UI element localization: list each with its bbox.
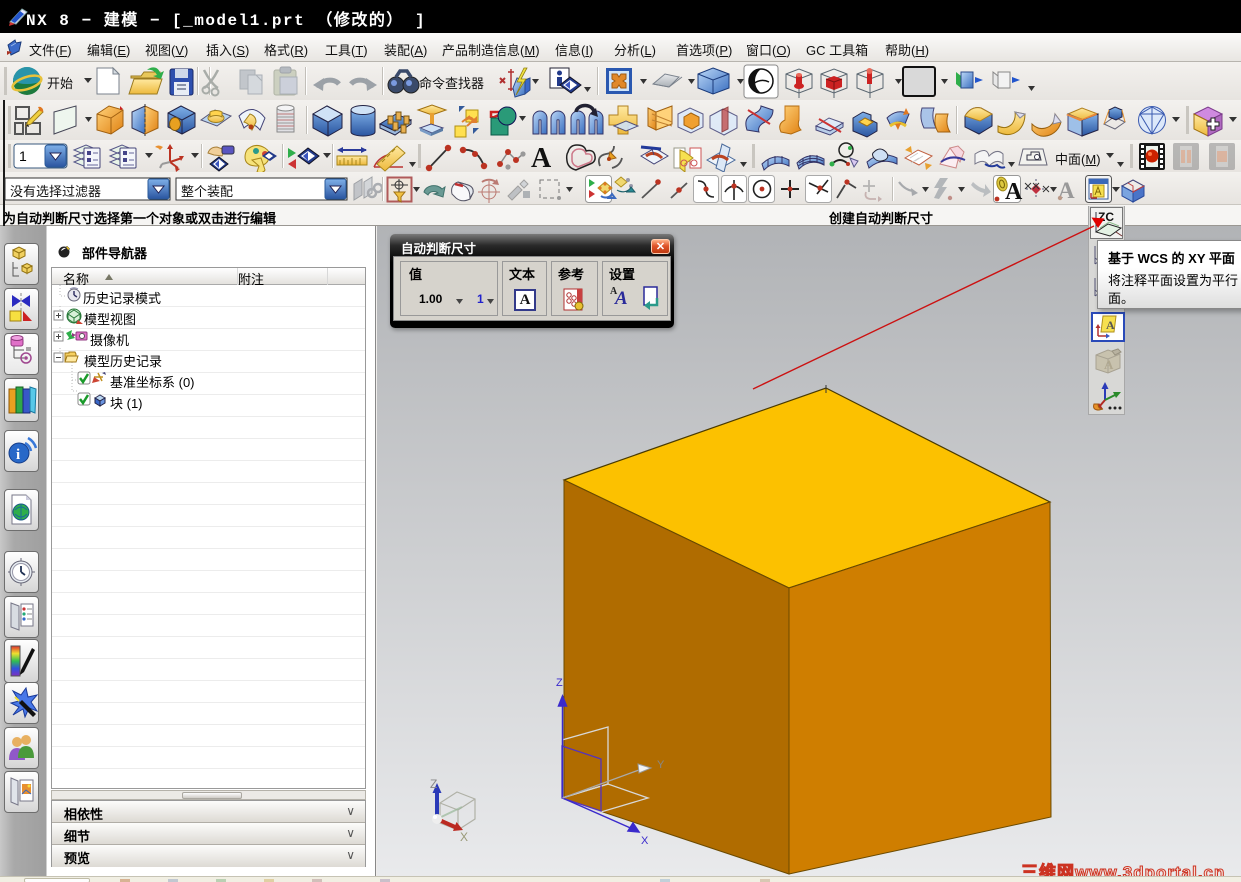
svg-text:X: X — [641, 835, 649, 847]
svg-text:1: 1 — [19, 148, 27, 164]
svg-text:A: A — [1104, 357, 1114, 372]
svg-text:Y: Y — [657, 759, 665, 771]
svg-text:A: A — [1106, 318, 1115, 332]
svg-text:i: i — [16, 447, 20, 463]
svg-text:A: A — [531, 143, 552, 172]
svg-text:A: A — [1005, 179, 1023, 205]
svg-text:Z: Z — [556, 677, 563, 689]
svg-text:ZC: ZC — [1098, 210, 1114, 224]
svg-text:X: X — [460, 830, 468, 844]
svg-text:Z: Z — [430, 777, 437, 791]
